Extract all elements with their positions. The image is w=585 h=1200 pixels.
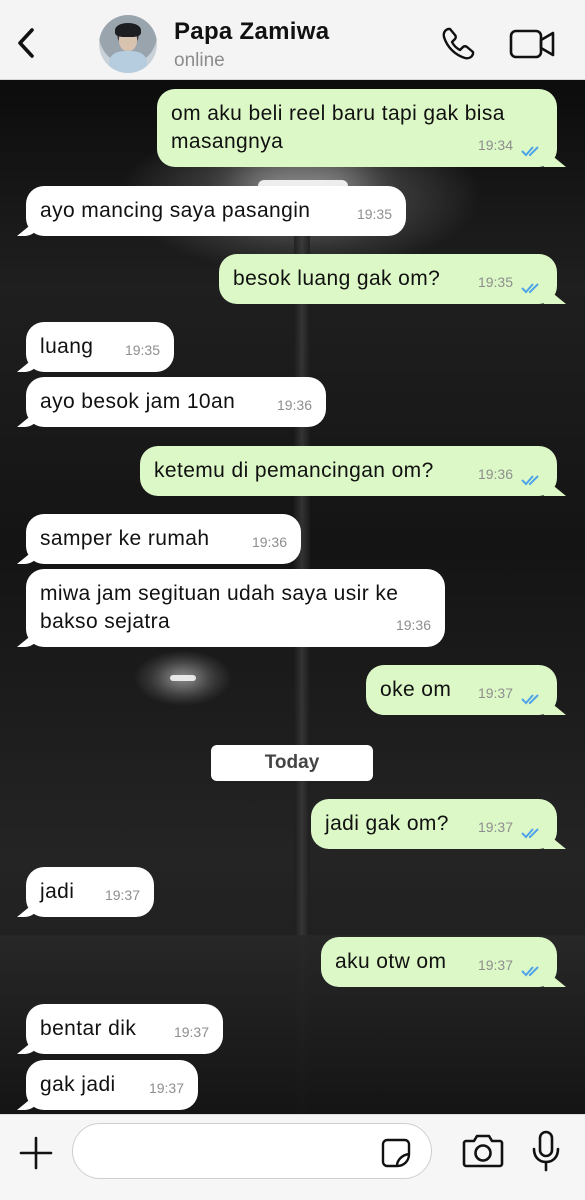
- message-incoming[interactable]: ayo mancing saya pasangin 19:35: [26, 186, 406, 236]
- message-time: 19:36: [395, 617, 431, 633]
- chat-area[interactable]: om aku beli reel baru tapi gak bisa masa…: [0, 80, 585, 1114]
- message-time: 19:37: [477, 685, 513, 701]
- microphone-icon[interactable]: [530, 1129, 562, 1173]
- read-ticks-icon: [521, 475, 539, 486]
- message-time: 19:37: [477, 957, 513, 973]
- composer-bar: [0, 1114, 585, 1200]
- message-text: om aku beli reel baru tapi gak bisa masa…: [171, 102, 505, 153]
- message-outgoing[interactable]: aku otw om 19:37: [321, 937, 557, 987]
- contact-name[interactable]: Papa Zamiwa: [174, 18, 329, 46]
- message-text: luang: [40, 335, 94, 358]
- chevron-left-icon[interactable]: [8, 20, 44, 66]
- message-text: samper ke rumah: [40, 527, 210, 550]
- read-ticks-icon: [521, 146, 539, 157]
- message-outgoing[interactable]: besok luang gak om? 19:35: [219, 254, 557, 304]
- sticker-icon[interactable]: [380, 1137, 412, 1169]
- message-incoming[interactable]: jadi 19:37: [26, 867, 154, 917]
- video-camera-icon[interactable]: [508, 27, 556, 61]
- message-time: 19:37: [148, 1080, 184, 1096]
- message-text: ketemu di pemancingan om?: [154, 459, 434, 482]
- day-separator: Today: [211, 745, 373, 781]
- message-text: besok luang gak om?: [233, 267, 441, 290]
- message-text: oke om: [380, 678, 452, 701]
- message-time: 19:37: [173, 1024, 209, 1040]
- read-ticks-icon: [521, 283, 539, 294]
- message-outgoing[interactable]: ketemu di pemancingan om? 19:36: [140, 446, 557, 496]
- message-text: gak jadi: [40, 1073, 116, 1096]
- message-incoming[interactable]: samper ke rumah 19:36: [26, 514, 301, 564]
- message-incoming[interactable]: miwa jam segituan udah saya usir ke baks…: [26, 569, 445, 647]
- message-time: 19:35: [124, 342, 160, 358]
- chat-header: Papa Zamiwa online: [0, 0, 585, 80]
- plus-icon[interactable]: [18, 1135, 54, 1171]
- avatar[interactable]: [99, 15, 157, 73]
- message-outgoing[interactable]: oke om 19:37: [366, 665, 557, 715]
- message-time: 19:35: [356, 206, 392, 222]
- wallpaper-distant-lamp: [170, 675, 196, 681]
- camera-icon[interactable]: [462, 1131, 504, 1169]
- message-time: 19:35: [477, 274, 513, 290]
- read-ticks-icon: [521, 694, 539, 705]
- message-outgoing[interactable]: om aku beli reel baru tapi gak bisa masa…: [157, 89, 557, 167]
- message-text: aku otw om: [335, 950, 447, 973]
- message-outgoing[interactable]: jadi gak om? 19:37: [311, 799, 557, 849]
- message-time: 19:36: [276, 397, 312, 413]
- message-time: 19:34: [477, 137, 513, 153]
- message-text: ayo mancing saya pasangin: [40, 199, 311, 222]
- message-text: miwa jam segituan udah saya usir ke baks…: [40, 582, 399, 633]
- message-incoming[interactable]: luang 19:35: [26, 322, 174, 372]
- message-text: jadi: [40, 880, 75, 903]
- contact-status: online: [174, 50, 225, 71]
- phone-icon[interactable]: [438, 24, 478, 64]
- message-incoming[interactable]: ayo besok jam 10an 19:36: [26, 377, 326, 427]
- read-ticks-icon: [521, 966, 539, 977]
- message-time: 19:37: [477, 819, 513, 835]
- message-text: bentar dik: [40, 1017, 137, 1040]
- message-input[interactable]: [72, 1123, 432, 1179]
- message-incoming[interactable]: bentar dik 19:37: [26, 1004, 223, 1054]
- message-time: 19:36: [477, 466, 513, 482]
- message-text: ayo besok jam 10an: [40, 390, 236, 413]
- message-incoming[interactable]: gak jadi 19:37: [26, 1060, 198, 1110]
- message-text: jadi gak om?: [325, 812, 449, 835]
- read-ticks-icon: [521, 828, 539, 839]
- message-time: 19:37: [104, 887, 140, 903]
- message-time: 19:36: [251, 534, 287, 550]
